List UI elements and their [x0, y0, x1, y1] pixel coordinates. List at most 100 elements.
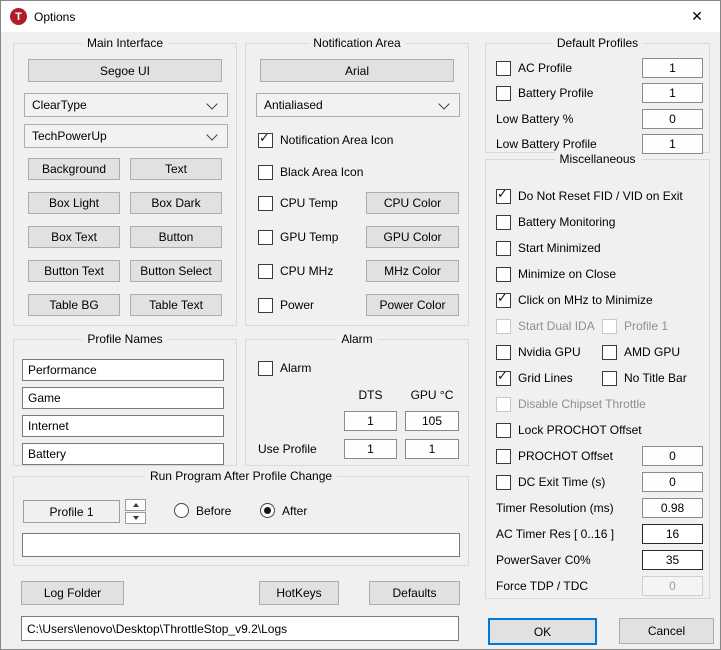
ac-timer-res-field[interactable]: 16 — [642, 524, 703, 544]
cpu-color-button[interactable]: CPU Color — [366, 192, 459, 214]
checkbox-label: Click on MHz to Minimize — [518, 293, 653, 307]
hotkeys-button[interactable]: HotKeys — [259, 581, 339, 605]
power-checkbox[interactable] — [258, 298, 273, 313]
checkbox-row: Do Not Reset FID / VID on Exit — [486, 185, 709, 207]
ac-profile-checkbox[interactable] — [496, 61, 511, 76]
profile-name-4-input[interactable] — [22, 443, 224, 465]
checkbox-row: Start Minimized — [486, 237, 709, 259]
prochot-offset-checkbox[interactable] — [496, 449, 511, 464]
dc-exit-time-checkbox[interactable] — [496, 475, 511, 490]
cancel-button[interactable]: Cancel — [619, 618, 714, 644]
gpu-temp-row: GPU Temp GPU Color — [246, 226, 468, 248]
font-smoothing-dropdown[interactable]: ClearType — [24, 93, 228, 117]
antialias-dropdown[interactable]: Antialiased — [256, 93, 460, 117]
defaults-button[interactable]: Defaults — [369, 581, 460, 605]
profile-name-3-input[interactable] — [22, 415, 224, 437]
window-title: Options — [34, 10, 75, 24]
battery-monitoring-checkbox[interactable] — [496, 215, 511, 230]
battery-profile-field[interactable]: 1 — [642, 83, 703, 103]
checkbox-label: Notification Area Icon — [280, 133, 393, 147]
alarm-checkbox[interactable] — [258, 361, 273, 376]
color-button-table-text[interactable]: Table Text — [130, 294, 222, 316]
alarm-dts-trigger-field[interactable]: 1 — [344, 411, 397, 431]
low-battery-profile-field[interactable]: 1 — [642, 134, 703, 154]
checkbox-label: CPU MHz — [280, 264, 333, 278]
cpu-mhz-row: CPU MHz MHz Color — [246, 260, 468, 282]
options-dialog: T Options ✕ Main Interface Segoe UI Clea… — [0, 0, 721, 650]
checkbox-row: Lock PROCHOT Offset — [486, 419, 709, 441]
minimize-on-close-checkbox[interactable] — [496, 267, 511, 282]
run-program-command-input[interactable] — [22, 533, 460, 557]
dts-column-header: DTS — [344, 388, 397, 402]
theme-value: TechPowerUp — [32, 129, 107, 143]
group-title: Miscellaneous — [554, 152, 640, 166]
profile-1-checkbox[interactable] — [602, 319, 617, 334]
cpu-temp-checkbox[interactable] — [258, 196, 273, 211]
checkbox-field-row: DC Exit Time (s) 0 — [486, 471, 709, 493]
color-button-box-text[interactable]: Box Text — [28, 226, 120, 248]
spinner-down-button[interactable] — [125, 512, 146, 524]
radio-label: Before — [196, 504, 231, 518]
profile-name-2-input[interactable] — [22, 387, 224, 409]
alarm-checkbox-row: Alarm — [246, 357, 468, 379]
group-notification-area: Notification Area Arial Antialiased Noti… — [245, 43, 469, 326]
gpu-color-button[interactable]: GPU Color — [366, 226, 459, 248]
dc-exit-time-field[interactable]: 0 — [642, 472, 703, 492]
black-area-icon-checkbox[interactable] — [258, 165, 273, 180]
triangle-down-icon — [133, 516, 139, 520]
start-dual-ida-checkbox[interactable] — [496, 319, 511, 334]
close-button[interactable]: ✕ — [674, 1, 720, 32]
app-icon: T — [10, 8, 27, 25]
low-battery-pct-field[interactable]: 0 — [642, 109, 703, 129]
power-color-button[interactable]: Power Color — [366, 294, 459, 316]
log-folder-button[interactable]: Log Folder — [21, 581, 124, 605]
theme-dropdown[interactable]: TechPowerUp — [24, 124, 228, 148]
color-button-background[interactable]: Background — [28, 158, 120, 180]
do-not-reset-fid-vid-checkbox[interactable] — [496, 189, 511, 204]
before-radio[interactable] — [174, 503, 189, 518]
powersaver-c0-field[interactable]: 35 — [642, 550, 703, 570]
ac-profile-field[interactable]: 1 — [642, 58, 703, 78]
alarm-dts-profile-field[interactable]: 1 — [344, 439, 397, 459]
cpu-mhz-checkbox[interactable] — [258, 264, 273, 279]
interface-font-button[interactable]: Segoe UI — [28, 59, 222, 82]
lock-prochot-offset-checkbox[interactable] — [496, 423, 511, 438]
log-path-field[interactable] — [21, 616, 459, 641]
force-tdp-tdc-field: 0 — [642, 576, 703, 596]
checkbox-label: AMD GPU — [624, 345, 680, 359]
color-button-text[interactable]: Text — [130, 158, 222, 180]
color-button-button-select[interactable]: Button Select — [130, 260, 222, 282]
alarm-gpu-profile-field[interactable]: 1 — [405, 439, 459, 459]
before-radio-group: Before — [174, 503, 231, 518]
color-button-table-bg[interactable]: Table BG — [28, 294, 120, 316]
spinner-up-button[interactable] — [125, 499, 146, 511]
checkbox-label: Start Minimized — [518, 241, 601, 255]
grid-lines-checkbox[interactable] — [496, 371, 511, 386]
color-button-box-dark[interactable]: Box Dark — [130, 192, 222, 214]
profile-name-1-input[interactable] — [22, 359, 224, 381]
battery-profile-checkbox[interactable] — [496, 86, 511, 101]
prochot-offset-field[interactable]: 0 — [642, 446, 703, 466]
amd-gpu-checkbox[interactable] — [602, 345, 617, 360]
checkbox-label: Alarm — [280, 361, 311, 375]
color-button-box-light[interactable]: Box Light — [28, 192, 120, 214]
disable-chipset-throttle-checkbox[interactable] — [496, 397, 511, 412]
run-program-profile-selector[interactable]: Profile 1 — [23, 500, 120, 523]
notification-font-button[interactable]: Arial — [260, 59, 454, 82]
color-button-button[interactable]: Button — [130, 226, 222, 248]
ok-button[interactable]: OK — [488, 618, 597, 645]
group-profile-names: Profile Names — [13, 339, 237, 466]
alarm-gpu-trigger-field[interactable]: 105 — [405, 411, 459, 431]
click-mhz-minimize-checkbox[interactable] — [496, 293, 511, 308]
close-icon: ✕ — [691, 8, 703, 25]
low-battery-pct-row: Low Battery % 0 — [486, 108, 709, 130]
nvidia-gpu-checkbox[interactable] — [496, 345, 511, 360]
color-button-button-text[interactable]: Button Text — [28, 260, 120, 282]
mhz-color-button[interactable]: MHz Color — [366, 260, 459, 282]
after-radio[interactable] — [260, 503, 275, 518]
start-minimized-checkbox[interactable] — [496, 241, 511, 256]
no-title-bar-checkbox[interactable] — [602, 371, 617, 386]
gpu-temp-checkbox[interactable] — [258, 230, 273, 245]
notification-area-icon-checkbox[interactable] — [258, 133, 273, 148]
ac-profile-row: AC Profile 1 — [486, 57, 709, 79]
